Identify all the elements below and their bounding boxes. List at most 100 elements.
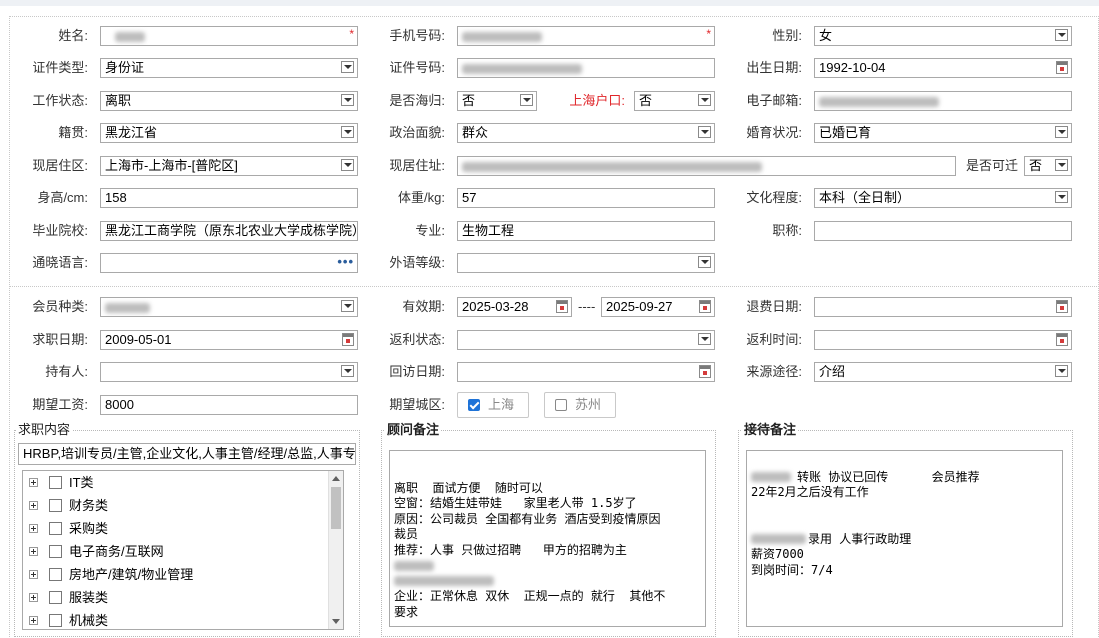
expand-icon[interactable] <box>29 547 38 556</box>
gender-value: 女 <box>819 28 833 43</box>
tree-item[interactable]: 房地产/建筑/物业管理 <box>23 563 331 586</box>
scroll-thumb[interactable] <box>331 487 341 529</box>
calendar-icon[interactable] <box>1056 333 1068 346</box>
chevron-down-icon[interactable] <box>698 94 711 106</box>
city-label: 期望城区: <box>389 397 445 412</box>
holder-select[interactable] <box>100 362 358 382</box>
id-no-field[interactable] <box>457 58 715 78</box>
tree-item[interactable]: 电子商务/互联网 <box>23 540 331 563</box>
calendar-icon[interactable] <box>342 333 354 346</box>
tree-item-label: 财务类 <box>69 498 109 513</box>
rebate-status-select[interactable] <box>457 330 715 350</box>
source-select[interactable]: 介绍 <box>814 362 1072 382</box>
chevron-down-icon[interactable] <box>1055 191 1068 203</box>
residence-addr-field[interactable] <box>457 156 956 176</box>
phone-field[interactable]: * <box>457 26 715 46</box>
chevron-down-icon[interactable] <box>1055 365 1068 377</box>
scroll-down-icon[interactable] <box>332 619 340 624</box>
city-checkbox-shanghai[interactable]: 上海 <box>457 392 529 418</box>
chevron-down-icon[interactable] <box>520 94 533 106</box>
residence-addr-label: 现居住址: <box>389 158 445 173</box>
education-select[interactable]: 本科（全日制） <box>814 188 1072 208</box>
reception-note-textarea[interactable]: 转账 协议已回传 会员推荐 22年2月之后没有工作 录用 人事行政助理 薪资7000 到… <box>746 450 1063 627</box>
checkbox-unchecked-icon[interactable] <box>555 399 567 411</box>
checkbox-icon[interactable] <box>49 568 62 581</box>
chevron-down-icon[interactable] <box>698 126 711 138</box>
tree-item[interactable]: 财务类 <box>23 494 331 517</box>
languages-field[interactable]: ••• <box>100 253 358 273</box>
chevron-down-icon[interactable] <box>1055 126 1068 138</box>
chevron-down-icon[interactable] <box>1055 29 1068 41</box>
checkbox-checked-icon[interactable] <box>468 399 480 411</box>
chevron-down-icon[interactable] <box>341 300 354 312</box>
chevron-down-icon[interactable] <box>341 365 354 377</box>
checkbox-icon[interactable] <box>49 476 62 489</box>
calendar-icon[interactable] <box>699 300 711 313</box>
work-status-select[interactable]: 离职 <box>100 91 358 111</box>
salary-field[interactable]: 8000 <box>100 395 358 415</box>
weight-field[interactable]: 57 <box>457 188 715 208</box>
tree-item[interactable]: 机械类 <box>23 609 331 629</box>
calendar-icon[interactable] <box>1056 300 1068 313</box>
member-type-select[interactable] <box>100 297 358 317</box>
more-icon[interactable]: ••• <box>337 254 354 270</box>
validity-from-field[interactable]: 2025-03-28 <box>457 297 572 317</box>
expand-icon[interactable] <box>29 524 38 533</box>
rebate-time-label: 返利时间: <box>746 332 802 347</box>
city-checkbox-suzhou[interactable]: 苏州 <box>544 392 616 418</box>
id-type-select[interactable]: 身份证 <box>100 58 358 78</box>
foreign-level-select[interactable] <box>457 253 715 273</box>
school-field[interactable]: 黑龙江工商学院（原东北农业大学成栋学院） <box>100 221 358 241</box>
gender-select[interactable]: 女 <box>814 26 1072 46</box>
relocate-select[interactable]: 否 <box>1024 156 1072 176</box>
tree-item[interactable]: 服装类 <box>23 586 331 609</box>
checkbox-icon[interactable] <box>49 545 62 558</box>
native-select[interactable]: 黑龙江省 <box>100 123 358 143</box>
calendar-icon[interactable] <box>556 300 568 313</box>
title-field[interactable] <box>814 221 1072 241</box>
rebate-time-field[interactable] <box>814 330 1072 350</box>
sh-hukou-select[interactable]: 否 <box>634 91 715 111</box>
expand-icon[interactable] <box>29 501 38 510</box>
refund-date-field[interactable] <box>814 297 1072 317</box>
expand-icon[interactable] <box>29 616 38 625</box>
chevron-down-icon[interactable] <box>341 94 354 106</box>
expand-icon[interactable] <box>29 593 38 602</box>
chevron-down-icon[interactable] <box>698 333 711 345</box>
political-select[interactable]: 群众 <box>457 123 715 143</box>
checkbox-icon[interactable] <box>49 591 62 604</box>
calendar-icon[interactable] <box>699 365 711 378</box>
residence-area-select[interactable]: 上海市-上海市-[普陀区] <box>100 156 358 176</box>
expand-icon[interactable] <box>29 570 38 579</box>
height-field[interactable]: 158 <box>100 188 358 208</box>
chevron-down-icon[interactable] <box>341 159 354 171</box>
expand-icon[interactable] <box>29 478 38 487</box>
major-field[interactable]: 生物工程 <box>457 221 715 241</box>
tree-item[interactable]: IT类 <box>23 471 331 494</box>
tree-item[interactable]: 采购类 <box>23 517 331 540</box>
tree-scrollbar[interactable] <box>328 471 343 629</box>
marital-select[interactable]: 已婚已育 <box>814 123 1072 143</box>
checkbox-icon[interactable] <box>49 522 62 535</box>
chevron-down-icon[interactable] <box>1055 159 1068 171</box>
visit-date-field[interactable] <box>457 362 715 382</box>
category-tree[interactable]: IT类 财务类 采购类 电子商务/互联网 房地产/建筑/物业管理 服装类 机械类 <box>22 470 344 630</box>
scroll-up-icon[interactable] <box>332 476 340 481</box>
job-content-summary[interactable]: HRBP,培训专员/主管,企业文化,人事主管/经理/总监,人事专 <box>18 443 356 465</box>
email-field[interactable] <box>814 91 1072 111</box>
overseas-select[interactable]: 否 <box>457 91 537 111</box>
marital-label: 婚育状况: <box>746 125 802 140</box>
height-label: 身高/cm: <box>37 190 88 205</box>
birth-date-field[interactable]: 1992-10-04 <box>814 58 1072 78</box>
chevron-down-icon[interactable] <box>698 256 711 268</box>
validity-to-field[interactable]: 2025-09-27 <box>601 297 715 317</box>
chevron-down-icon[interactable] <box>341 61 354 73</box>
checkbox-icon[interactable] <box>49 614 62 627</box>
checkbox-icon[interactable] <box>49 499 62 512</box>
calendar-icon[interactable] <box>1056 61 1068 74</box>
name-field[interactable]: * <box>100 26 358 46</box>
weight-value: 57 <box>462 190 477 205</box>
chevron-down-icon[interactable] <box>341 126 354 138</box>
advisor-note-textarea[interactable]: 离职 面试方便 随时可以 空窗：结婚生娃带娃 家里老人带 1.5岁了 原因：公司裁员… <box>389 450 706 627</box>
job-date-field[interactable]: 2009-05-01 <box>100 330 358 350</box>
